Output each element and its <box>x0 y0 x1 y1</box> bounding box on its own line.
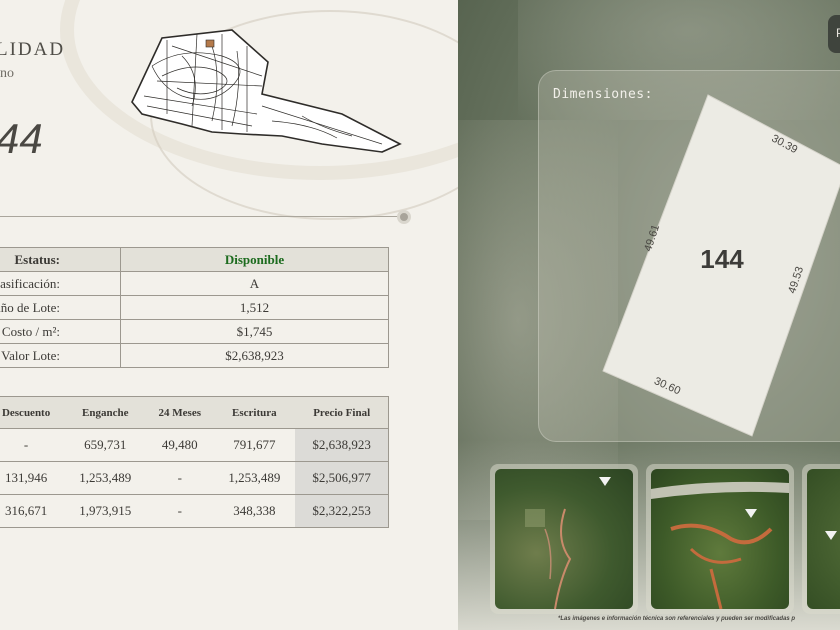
lot-value-label: Valor Lote: <box>0 343 121 368</box>
aerial-photo-image <box>651 469 789 609</box>
table-row: Estatus: Disponible <box>0 247 389 272</box>
table-row: Costo / m²: $1,745 <box>0 319 389 344</box>
disclaimer-text: *Las imágenes e información técnica son … <box>558 616 796 622</box>
payment-plans-table: Descuento Enganche 24 Meses Escritura Pr… <box>0 396 390 528</box>
cost-per-m2-value: $1,745 <box>120 319 389 344</box>
column-header: Escritura <box>213 396 296 429</box>
lot-info-table: Estatus: Disponible Clasificación: A ama… <box>0 247 389 368</box>
table-cell: - <box>0 428 65 462</box>
aerial-photo-overlay <box>525 508 572 609</box>
lot-size-label: amaño de Lote: <box>0 295 121 320</box>
aerial-photo-thumbnail[interactable] <box>646 464 794 614</box>
table-cell: 348,338 <box>213 494 296 528</box>
corner-menu-button[interactable]: P <box>828 15 840 53</box>
lot-shape-diagram: 144 30.39 49.61 49.53 30.60 <box>602 94 840 437</box>
table-cell: 659,731 <box>64 428 147 462</box>
development-title: LIDAD <box>0 39 66 60</box>
column-header: Precio Final <box>295 396 390 429</box>
table-cell: 316,671 <box>0 494 65 528</box>
table-row: Valor Lote: $2,638,923 <box>0 343 389 368</box>
aerial-view-panel: P Dimensiones: 144 30.39 49.61 49.53 30.… <box>458 0 840 630</box>
classification-label: Clasificación: <box>0 271 121 296</box>
aerial-photo-image <box>495 469 633 609</box>
lot-value-value: $2,638,923 <box>120 343 389 368</box>
lot-size-value: 1,512 <box>120 295 389 320</box>
table-row: 316,671 1,973,915 - 348,338 $2,322,253 <box>0 494 390 528</box>
classification-value: A <box>120 271 389 296</box>
dimensions-card: Dimensiones: 144 30.39 49.61 49.53 30.60 <box>538 70 840 442</box>
aerial-photo-image <box>807 469 840 609</box>
table-row: - 659,731 49,480 791,677 $2,638,923 <box>0 428 390 462</box>
aerial-photo-thumbnail[interactable] <box>802 464 840 614</box>
table-row: Clasificación: A <box>0 271 389 296</box>
status-value: Disponible <box>120 247 389 272</box>
lot-slider-track[interactable] <box>0 216 398 217</box>
table-cell: 791,677 <box>213 428 296 462</box>
table-cell: 1,253,489 <box>213 461 296 495</box>
location-pin-icon <box>825 531 837 540</box>
table-cell: 49,480 <box>146 428 214 462</box>
status-label: Estatus: <box>0 247 121 272</box>
final-price-cell: $2,638,923 <box>295 428 390 462</box>
final-price-cell: $2,506,977 <box>295 461 390 495</box>
table-cell: 1,973,915 <box>64 494 147 528</box>
column-header: 24 Meses <box>146 396 214 429</box>
aerial-photo-thumbnail[interactable] <box>490 464 638 614</box>
table-row: 131,946 1,253,489 - 1,253,489 $2,506,977 <box>0 461 390 495</box>
location-pin-icon <box>599 477 611 486</box>
table-cell: - <box>146 494 214 528</box>
lot-detail-panel: LIDAD no 44 Estatus: Disponible Clasific… <box>0 0 458 630</box>
table-cell: - <box>146 461 214 495</box>
aerial-photo-overlay <box>651 481 789 609</box>
column-header: Enganche <box>64 396 147 429</box>
development-subtitle: no <box>0 66 14 81</box>
column-header: Descuento <box>0 396 65 429</box>
lot-slider-handle[interactable] <box>397 210 411 224</box>
table-row: amaño de Lote: 1,512 <box>0 295 389 320</box>
final-price-cell: $2,322,253 <box>295 494 390 528</box>
lot-shape-number: 144 <box>700 244 744 274</box>
cost-per-m2-label: Costo / m²: <box>0 319 121 344</box>
table-cell: 131,946 <box>0 461 65 495</box>
location-pin-icon <box>745 509 757 518</box>
lot-number-heading: 44 <box>0 115 43 162</box>
table-header-row: Descuento Enganche 24 Meses Escritura Pr… <box>0 396 390 429</box>
master-plan-map[interactable] <box>122 26 404 161</box>
table-cell: 1,253,489 <box>64 461 147 495</box>
